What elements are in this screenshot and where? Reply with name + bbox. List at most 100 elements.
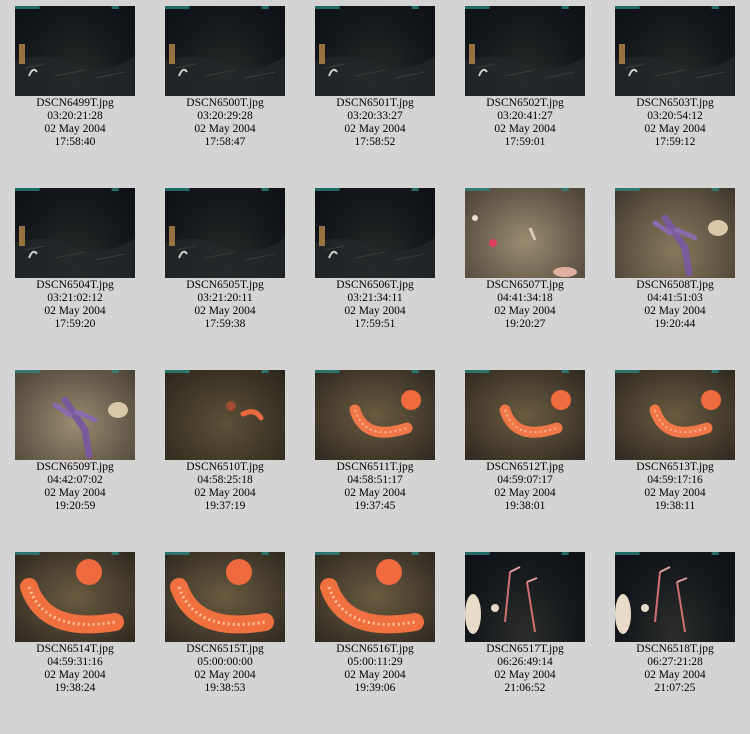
thumbnail-image[interactable]: [15, 6, 135, 96]
thumbnail-cell: DSCN6515T.jpg 05:00:00:00 02 May 2004 19:38…: [150, 552, 300, 695]
filename-label[interactable]: DSCN6513T.jpg: [600, 461, 750, 474]
date-label: 02 May 2004: [44, 123, 106, 135]
timecode-label: 04:42:07:02: [47, 474, 103, 486]
filename-label[interactable]: DSCN6512T.jpg: [450, 461, 600, 474]
thumbnail-cell: DSCN6503T.jpg 03:20:54:12 02 May 2004 17:59…: [600, 6, 750, 149]
filename-label[interactable]: DSCN6514T.jpg: [0, 643, 150, 656]
thumbnail-caption: DSCN6518T.jpg 06:27:21:28 02 May 2004 21:07…: [600, 643, 750, 695]
thumbnail-cell: DSCN6510T.jpg 04:58:25:18 02 May 2004 19:37…: [150, 370, 300, 513]
thumbnail-caption: DSCN6509T.jpg 04:42:07:02 02 May 2004 19:20…: [0, 461, 150, 513]
thumbnail-caption: DSCN6501T.jpg 03:20:33:27 02 May 2004 17:58…: [300, 97, 450, 149]
thumbnail-image[interactable]: [465, 6, 585, 96]
timecode-label: 06:26:49:14: [497, 656, 553, 668]
filename-label[interactable]: DSCN6510T.jpg: [150, 461, 300, 474]
time-label: 19:20:59: [54, 500, 96, 512]
thumbnail-row: DSCN6499T.jpg 03:20:21:28 02 May 2004 17:58…: [0, 6, 750, 188]
filename-label[interactable]: DSCN6502T.jpg: [450, 97, 600, 110]
thumbnail-picture: [165, 226, 285, 278]
thumbnail-image[interactable]: [15, 370, 135, 460]
thumbnail-picture: [472, 215, 577, 277]
time-label: 17:58:47: [204, 136, 246, 148]
thumbnail-grid: DSCN6499T.jpg 03:20:21:28 02 May 2004 17:58…: [0, 6, 750, 734]
filename-label[interactable]: DSCN6518T.jpg: [600, 643, 750, 656]
time-label: 19:20:44: [654, 318, 696, 330]
timecode-label: 04:41:51:03: [647, 292, 703, 304]
thumbnail-image[interactable]: [615, 370, 735, 460]
thumbnail-cell: DSCN6512T.jpg 04:59:07:17 02 May 2004 19:38…: [450, 370, 600, 513]
thumbnail-image[interactable]: [165, 188, 285, 278]
thumbnail-image[interactable]: [165, 6, 285, 96]
thumbnail-cell: DSCN6509T.jpg 04:42:07:02 02 May 2004 19:20…: [0, 370, 150, 513]
time-label: 21:06:52: [504, 682, 546, 694]
thumbnail-image[interactable]: [465, 552, 585, 642]
filename-label[interactable]: DSCN6499T.jpg: [0, 97, 150, 110]
filename-label[interactable]: DSCN6517T.jpg: [450, 643, 600, 656]
date-label: 02 May 2004: [194, 669, 256, 681]
timecode-label: 04:41:34:18: [497, 292, 553, 304]
filename-label[interactable]: DSCN6500T.jpg: [150, 97, 300, 110]
thumbnail-image[interactable]: [315, 552, 435, 642]
time-label: 17:59:20: [54, 318, 96, 330]
thumbnail-image[interactable]: [465, 370, 585, 460]
filename-label[interactable]: DSCN6507T.jpg: [450, 279, 600, 292]
thumbnail-cell: DSCN6506T.jpg 03:21:34:11 02 May 2004 17:59…: [300, 188, 450, 331]
time-label: 17:58:52: [354, 136, 396, 148]
filename-label[interactable]: DSCN6503T.jpg: [600, 97, 750, 110]
thumbnail-image[interactable]: [615, 188, 735, 278]
time-label: 17:58:40: [54, 136, 96, 148]
thumbnail-caption: DSCN6511T.jpg 04:58:51:17 02 May 2004 19:37…: [300, 461, 450, 513]
thumbnail-caption: DSCN6506T.jpg 03:21:34:11 02 May 2004 17:59…: [300, 279, 450, 331]
thumbnail-caption: DSCN6515T.jpg 05:00:00:00 02 May 2004 19:38…: [150, 643, 300, 695]
filename-label[interactable]: DSCN6505T.jpg: [150, 279, 300, 292]
filename-label[interactable]: DSCN6504T.jpg: [0, 279, 150, 292]
date-label: 02 May 2004: [44, 305, 106, 317]
timecode-label: 03:20:54:12: [647, 110, 703, 122]
thumbnail-image[interactable]: [165, 552, 285, 642]
thumbnail-image[interactable]: [315, 6, 435, 96]
filename-label[interactable]: DSCN6509T.jpg: [0, 461, 150, 474]
filename-label[interactable]: DSCN6511T.jpg: [300, 461, 450, 474]
date-label: 02 May 2004: [494, 487, 556, 499]
timecode-label: 05:00:11:29: [347, 656, 403, 668]
thumbnail-caption: DSCN6505T.jpg 03:21:20:11 02 May 2004 17:59…: [150, 279, 300, 331]
thumbnail-caption: DSCN6507T.jpg 04:41:34:18 02 May 2004 19:20…: [450, 279, 600, 331]
thumbnail-cell: DSCN6516T.jpg 05:00:11:29 02 May 2004 19:39…: [300, 552, 450, 695]
date-label: 02 May 2004: [494, 305, 556, 317]
thumbnail-image[interactable]: [465, 188, 585, 278]
thumbnail-cell: DSCN6513T.jpg 04:59:17:16 02 May 2004 19:38…: [600, 370, 750, 513]
thumbnail-picture: [20, 559, 124, 634]
thumbnail-picture: [349, 390, 421, 438]
thumbnail-image[interactable]: [615, 552, 735, 642]
date-label: 02 May 2004: [494, 123, 556, 135]
time-label: 19:37:45: [354, 500, 396, 512]
timecode-label: 03:20:41:27: [497, 110, 553, 122]
date-label: 02 May 2004: [644, 305, 706, 317]
timecode-label: 04:58:51:17: [347, 474, 403, 486]
date-label: 02 May 2004: [194, 487, 256, 499]
filename-label[interactable]: DSCN6501T.jpg: [300, 97, 450, 110]
filename-label[interactable]: DSCN6515T.jpg: [150, 643, 300, 656]
timecode-label: 05:00:00:00: [197, 656, 253, 668]
thumbnail-image[interactable]: [315, 370, 435, 460]
time-label: 19:38:24: [54, 682, 96, 694]
thumbnail-caption: DSCN6503T.jpg 03:20:54:12 02 May 2004 17:59…: [600, 97, 750, 149]
thumbnail-image[interactable]: [615, 6, 735, 96]
thumbnail-cell: DSCN6504T.jpg 03:21:02:12 02 May 2004 17:59…: [0, 188, 150, 331]
timecode-label: 04:58:25:18: [197, 474, 253, 486]
thumbnail-picture: [170, 559, 274, 634]
thumbnail-caption: DSCN6504T.jpg 03:21:02:12 02 May 2004 17:59…: [0, 279, 150, 331]
date-label: 02 May 2004: [194, 305, 256, 317]
thumbnail-image[interactable]: [315, 188, 435, 278]
filename-label[interactable]: DSCN6506T.jpg: [300, 279, 450, 292]
time-label: 17:59:38: [204, 318, 246, 330]
filename-label[interactable]: DSCN6516T.jpg: [300, 643, 450, 656]
date-label: 02 May 2004: [44, 487, 106, 499]
thumbnail-image[interactable]: [15, 552, 135, 642]
thumbnail-picture: [320, 559, 424, 634]
filename-label[interactable]: DSCN6508T.jpg: [600, 279, 750, 292]
thumbnail-caption: DSCN6500T.jpg 03:20:29:28 02 May 2004 17:58…: [150, 97, 300, 149]
thumbnail-image[interactable]: [165, 370, 285, 460]
timecode-label: 04:59:17:16: [647, 474, 703, 486]
thumbnail-picture: [15, 44, 135, 96]
thumbnail-image[interactable]: [15, 188, 135, 278]
